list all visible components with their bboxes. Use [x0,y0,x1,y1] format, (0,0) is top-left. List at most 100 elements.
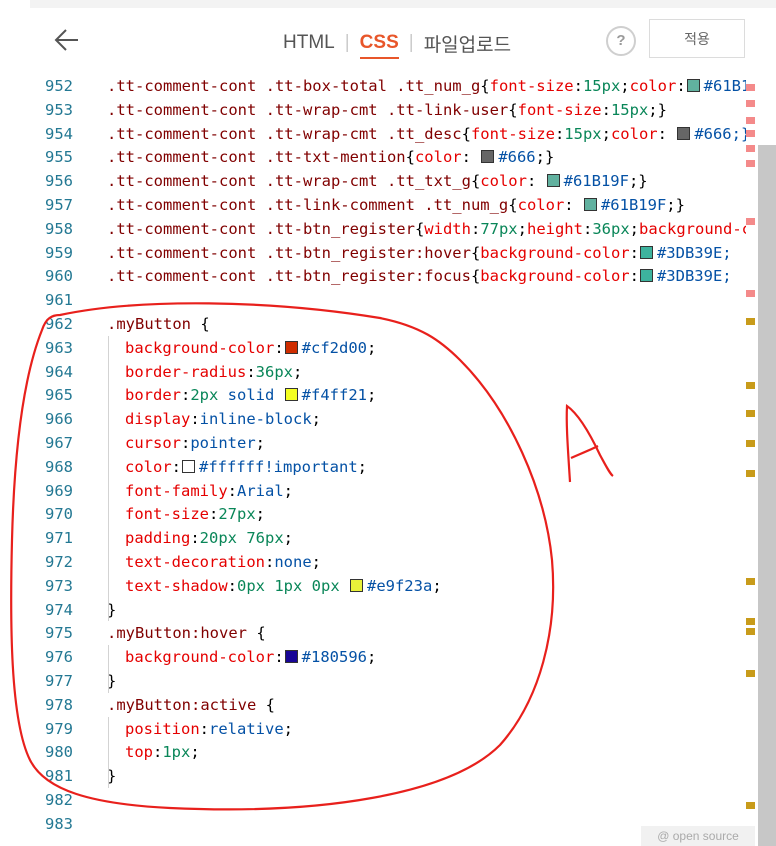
scrollbar-marker [746,670,755,677]
code-token: border-radius [125,362,247,381]
code-token: #f4ff21 [301,386,367,405]
color-swatch[interactable] [349,578,363,592]
code-token: solid [218,386,284,405]
apply-button[interactable]: 적용 [649,19,745,58]
line-number: 961 [45,291,73,310]
color-swatch[interactable] [686,79,700,92]
code-token: : [274,648,284,667]
code-token: #666;} [694,124,746,143]
line-number: 955 [45,148,73,167]
code-text: border-radius:36px; [125,360,302,384]
code-line: 976 background-color: #180596; [30,645,746,669]
scrollbar-marker [746,145,755,152]
tab-css[interactable]: CSS [359,32,399,59]
code-text: .tt-comment-cont .tt-wrap-cmt .tt-link-u… [107,98,667,122]
code-text: position:relative; [125,717,293,741]
code-token: color [125,457,172,476]
scrollbar-marker [746,470,755,477]
code-token: { [191,315,210,333]
code-line: 958 .tt-comment-cont .tt-btn_register{wid… [30,217,746,241]
color-swatch[interactable] [284,388,298,402]
code-token: .tt-comment-cont .tt-link-comment .tt_nu… [107,196,509,214]
code-token: ; [601,124,611,143]
code-token: : [554,124,565,143]
scrollbar-marker [746,117,755,124]
code-line: 981} [30,764,746,788]
code-token: ; [293,362,303,381]
line-number: 963 [45,338,73,357]
code-token: ; [517,219,527,238]
help-button[interactable]: ? [606,26,636,56]
scrollbar-marker [746,160,755,167]
code-text: padding:20px 76px; [125,526,293,550]
code-token: background-color [639,219,746,238]
code-token: : [190,529,200,548]
code-token: ;} [535,148,555,167]
code-token: font-size [470,124,555,143]
line-number: 983 [45,814,73,833]
code-token: 15px [582,77,621,95]
code-token: { [461,124,471,143]
color-swatch[interactable] [639,245,653,259]
code-token: 15px [564,124,602,143]
tab-file-upload[interactable]: 파일업로드 [424,30,511,57]
code-token: none [274,553,312,571]
scrollbar-marker [746,628,755,635]
code-line: 973 text-shadow:0px 1px 0px #e9f23a; [30,574,746,598]
code-token: font-size [489,77,574,95]
color-swatch[interactable] [546,174,560,188]
scrollbar-thumb[interactable] [758,145,776,846]
code-token: ; [366,648,377,667]
code-line: 975 .myButton:hover { [30,621,746,645]
code-line: 979 position:relative; [30,717,746,741]
scrollbar-marker [746,440,755,447]
code-token: : [227,481,237,500]
indent-guide [108,716,109,788]
line-number: 957 [45,196,73,214]
line-number: 978 [45,695,73,714]
code-token: ; [620,77,630,95]
code-token: .myButton:hover [107,624,247,643]
code-token: { [508,196,518,214]
code-token: background-color [480,267,630,286]
code-line: 956 .tt-comment-cont .tt-wrap-cmt .tt_txt… [30,169,746,193]
code-token: #61B19F [563,172,629,191]
scrollbar-marker [746,382,755,389]
line-number: 965 [45,386,73,405]
scrollbar-marker [746,100,755,107]
code-text: .tt-comment-cont .tt-box-total .tt_num_g… [107,77,746,98]
code-token: { [246,624,266,643]
tab-separator: | [344,32,350,53]
color-swatch[interactable] [639,269,653,283]
code-token: 20px 76px [199,529,284,548]
code-token: : [461,148,481,167]
code-token: pointer [190,434,256,452]
code-line: 967 cursor:pointer; [30,431,746,455]
code-token: ; [283,529,294,548]
color-swatch[interactable] [677,126,691,140]
code-token: color [517,196,565,214]
code-text: border:2px solid #f4ff21; [125,383,376,407]
back-button[interactable] [52,25,82,55]
code-token: : [190,410,200,429]
color-swatch[interactable] [284,650,298,664]
line-number: 954 [45,124,73,143]
code-token: display [125,410,191,429]
code-token: : [526,172,546,191]
color-swatch[interactable] [284,340,298,354]
tab-html[interactable]: HTML [283,32,335,54]
code-token: text-decoration [125,553,265,571]
code-line: 982 [30,788,746,812]
color-swatch[interactable] [182,459,196,473]
code-token: #61B19F [600,196,667,214]
color-swatch[interactable] [583,198,597,211]
code-token: padding [125,529,191,548]
code-token: ; [367,386,377,405]
line-number: 982 [45,791,73,809]
code-text: font-family:Arial; [125,479,293,503]
color-swatch[interactable] [481,150,495,164]
code-token: { [470,243,481,262]
code-editor[interactable]: 952 .tt-comment-cont .tt-box-total .tt_nu… [30,77,746,846]
code-line: 963 background-color: #cf2d00; [30,336,746,360]
code-line: 980 top:1px; [30,740,746,764]
